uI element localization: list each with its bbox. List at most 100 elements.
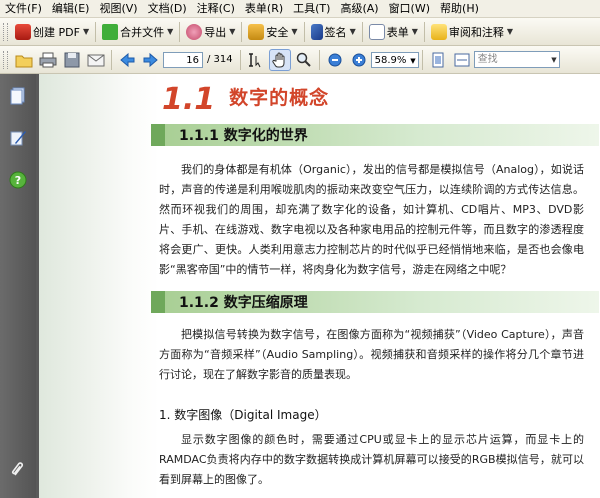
menu-bar: 文件(F) 编辑(E) 视图(V) 文档(D) 注释(C) 表单(R) 工具(T… [0,0,600,18]
previous-page-button[interactable] [116,49,138,71]
print-button[interactable] [37,49,59,71]
chevron-down-icon: ▼ [291,27,298,36]
section-body-1: 我们的身体都是有机体（Organic），发出的信号都是模拟信号（Analog），… [159,160,584,280]
attachments-panel-button[interactable] [8,458,28,478]
task-toolbar: 创建 PDF ▼ 合并文件 ▼ 导出 ▼ 安全 ▼ 签名 ▼ 表单 ▼ 审阅和注释 ▼ [0,18,600,46]
folder-icon [15,55,33,67]
create-pdf-label: 创建 PDF [33,25,80,39]
navigation-toolbar: 16 / 314 58.9% ▼ 查找 ▼ [0,46,600,74]
chevron-down-icon: ▼ [506,27,514,36]
email-button[interactable] [85,49,107,71]
help-panel-button[interactable]: ? [8,170,28,190]
menu-comments[interactable]: 注释(C) [192,0,240,17]
signature-pen-icon [10,131,26,146]
chapter-number: 1.1 [162,82,216,117]
menu-help[interactable]: 帮助(H) [435,0,484,17]
section-heading-2: 1.1.2 数字压缩原理 [151,291,599,313]
review-comment-button[interactable]: 审阅和注释 ▼ [428,21,516,43]
paragraph: 显示数字图像的颜色时，需要通过CPU或显卡上的显示芯片运算，而显卡上的RAMDA… [159,433,584,486]
chapter-heading: 1.1 数字的概念 [162,82,329,117]
save-button[interactable] [61,49,83,71]
chevron-down-icon: ▼ [349,27,356,36]
menu-forms[interactable]: 表单(R) [240,0,288,17]
pages-panel-button[interactable] [8,86,28,106]
chevron-down-icon: ▼ [167,27,174,36]
zoom-in-button[interactable] [348,49,370,71]
menu-edit[interactable]: 编辑(E) [47,0,95,17]
zoom-tool-button[interactable] [293,49,315,71]
section-title-2: 1.1.2 数字压缩原理 [179,295,308,311]
subsection-body: 显示数字图像的颜色时，需要通过CPU或显卡上的显示芯片运算，而显卡上的RAMDA… [159,430,584,490]
minus-circle-icon [328,53,342,66]
hand-icon [272,52,285,67]
select-tool-button[interactable] [245,49,267,71]
form-icon [368,23,385,40]
merge-files-label: 合并文件 [120,25,165,39]
merge-files-button[interactable]: 合并文件 ▼ [99,21,176,43]
comment-icon [430,23,447,40]
toolbar-separator [361,21,363,42]
subsection-title: 1. 数字图像（Digital Image） [159,408,327,422]
toolbar-separator [241,21,243,42]
create-pdf-button[interactable]: 创建 PDF ▼ [12,21,92,43]
menu-view[interactable]: 视图(V) [94,0,142,17]
security-button[interactable]: 安全 ▼ [245,21,300,43]
menu-file[interactable]: 文件(F) [0,0,47,17]
pen-icon [310,23,323,40]
forms-label: 表单 [386,25,409,39]
toolbar-separator [421,49,423,70]
toolbar-separator [95,21,97,42]
fit-page-icon [432,52,444,67]
sign-button[interactable]: 签名 ▼ [308,21,359,43]
page-total-label: / 314 [207,54,233,65]
toolbar-separator [179,21,181,42]
hand-tool-button[interactable] [268,48,291,71]
zoom-level-value: 58.9% [374,54,407,66]
menu-advanced[interactable]: 高级(A) [335,0,383,17]
paperclip-icon [12,462,24,476]
sign-label: 签名 [324,25,347,39]
page-number-input[interactable]: 16 [163,51,203,68]
help-icon: ? [9,171,27,189]
toolbar-grip[interactable] [3,50,8,69]
open-folder-button[interactable] [13,49,35,71]
export-button[interactable]: 导出 ▼ [183,21,238,43]
document-viewer[interactable]: 1.1 数字的概念 1.1.1 数字化的世界 我们的身体都是有机体（Organic… [36,74,600,498]
text-cursor-icon [248,52,261,67]
review-comment-label: 审阅和注释 [448,25,504,39]
create-pdf-icon [15,23,31,40]
forms-button[interactable]: 表单 ▼ [366,21,421,43]
zoom-level-select[interactable]: 58.9% ▼ [370,51,419,68]
toolbar-grip[interactable] [3,22,8,41]
signatures-panel-button[interactable] [8,128,28,148]
toolbar-separator [423,21,425,42]
menu-document[interactable]: 文档(D) [143,0,192,17]
printer-icon [39,52,57,67]
chevron-down-icon: ▼ [410,56,416,65]
zoom-out-button[interactable] [324,49,346,71]
fit-width-button[interactable] [451,49,473,71]
merge-files-icon [102,23,119,40]
navigation-panel: ? [0,74,36,498]
toolbar-separator [111,49,112,70]
toolbar-separator [303,21,305,42]
next-page-button[interactable] [140,49,162,71]
chevron-down-icon: ▼ [82,27,90,36]
menu-window[interactable]: 窗口(W) [384,0,435,17]
paragraph: 把模拟信号转换为数字信号，在图像方面称为“视频捕获”（Video Capture… [159,328,584,381]
paragraph: 我们的身体都是有机体（Organic），发出的信号都是模拟信号（Analog），… [159,163,584,276]
fit-page-button[interactable] [427,49,449,71]
pages-icon [10,87,25,105]
section-title-1: 1.1.1 数字化的世界 [179,128,308,144]
chevron-down-icon: ▼ [551,56,557,64]
pdf-page: 1.1 数字的概念 1.1.1 数字化的世界 我们的身体都是有机体（Organic… [39,74,600,498]
chevron-down-icon: ▼ [411,27,418,36]
section-body-2: 把模拟信号转换为数字信号，在图像方面称为“视频捕获”（Video Capture… [159,325,584,385]
search-input[interactable]: 查找 ▼ [473,51,560,68]
menu-tools[interactable]: 工具(T) [288,0,335,17]
fit-width-icon [454,53,470,66]
chapter-title: 数字的概念 [229,87,330,109]
toolbar-separator [318,49,320,70]
export-icon [186,23,203,40]
chevron-down-icon: ▼ [229,27,236,36]
